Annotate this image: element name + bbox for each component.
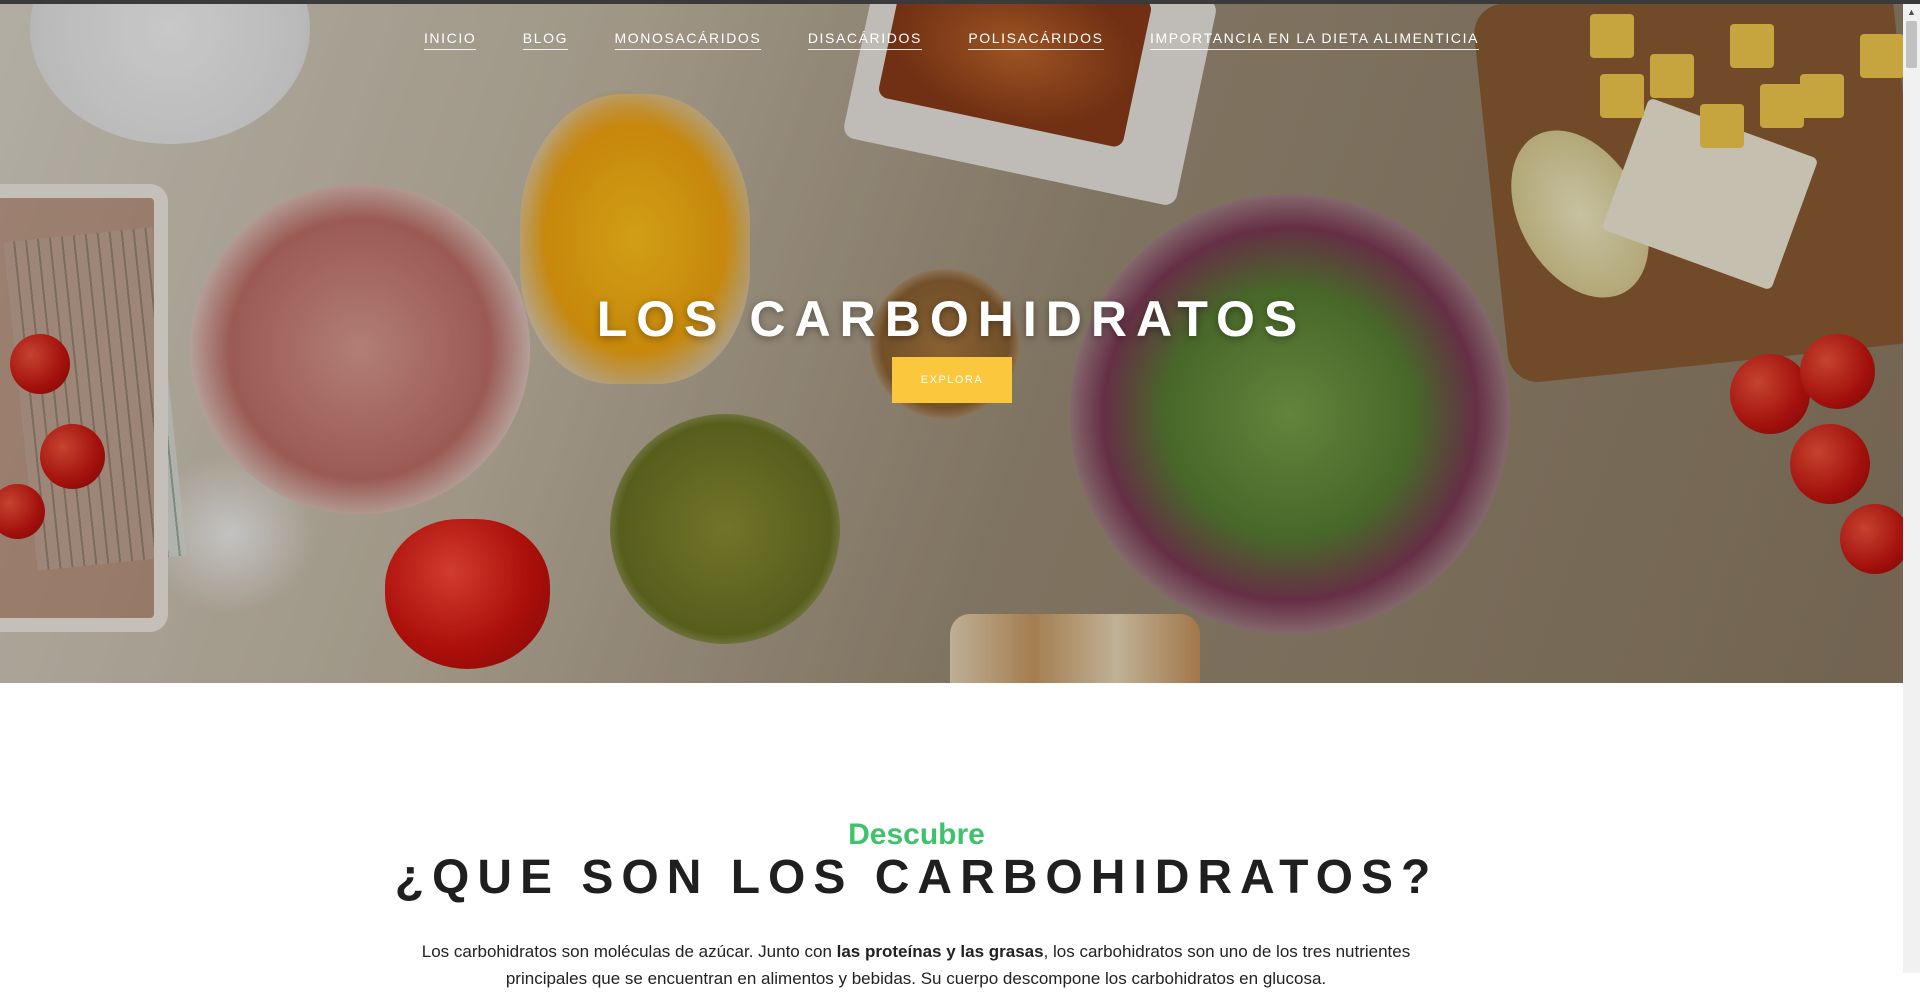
- main-nav: INICIO BLOG MONOSACÁRIDOS DISACÁRIDOS PO…: [0, 30, 1903, 50]
- nav-item-monosacaridos[interactable]: MONOSACÁRIDOS: [614, 30, 762, 50]
- nav-item-disacaridos[interactable]: DISACÁRIDOS: [807, 30, 922, 50]
- scrollbar-thumb[interactable]: [1906, 21, 1917, 68]
- nav-item-blog[interactable]: BLOG: [522, 30, 569, 50]
- intro-text-part1: Los carbohidratos son moléculas de azúca…: [421, 942, 837, 961]
- section-kicker: Descubre: [848, 818, 985, 851]
- scrollbar-track[interactable]: [1903, 4, 1920, 973]
- nav-item-importancia[interactable]: IMPORTANCIA EN LA DIETA ALIMENTICIA: [1149, 30, 1480, 50]
- intro-paragraph: Los carbohidratos son moléculas de azúca…: [396, 938, 1436, 992]
- nav-item-inicio[interactable]: INICIO: [423, 30, 477, 50]
- nav-item-polisacaridos[interactable]: POLISACÁRIDOS: [968, 30, 1104, 50]
- explora-button[interactable]: EXPLORA: [892, 357, 1012, 403]
- scroll-up-arrow-icon[interactable]: ▲: [1903, 4, 1920, 21]
- section-title: ¿QUE SON LOS CARBOHIDRATOS?: [394, 851, 1439, 904]
- intro-text-bold: las proteínas y las grasas: [836, 942, 1044, 961]
- hero-title: LOS CARBOHIDRATOS: [596, 291, 1307, 347]
